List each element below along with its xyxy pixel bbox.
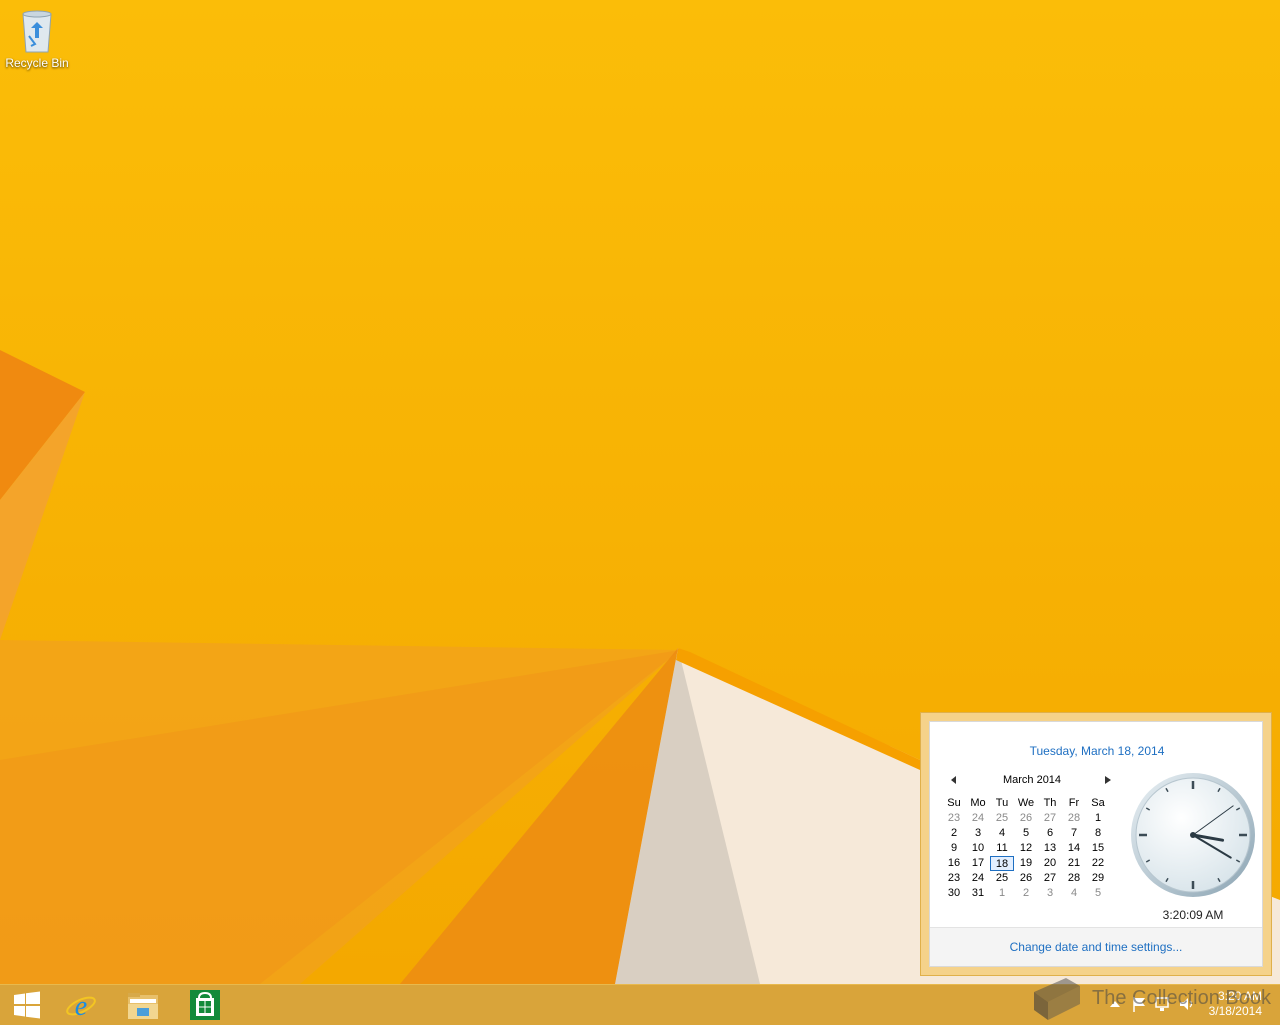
- calendar-day[interactable]: 24: [966, 871, 990, 886]
- date-time-flyout: Tuesday, March 18, 2014 March 2014 Su Mo T…: [920, 712, 1272, 976]
- calendar-day[interactable]: 11: [990, 841, 1014, 856]
- calendar-day[interactable]: 3: [1038, 886, 1062, 901]
- weekday-header: Th: [1043, 797, 1057, 809]
- next-month-arrow-icon[interactable]: [1102, 774, 1114, 788]
- watermark: The Collection Book: [1028, 974, 1271, 1024]
- desktop-icon-recycle-bin[interactable]: Recycle Bin: [4, 6, 70, 70]
- calendar-grid: Su Mo Tu We Th Fr Sa 23 24 25 26 27 28 1 2 3 4 5 6 7 8 9 10 11 1…: [942, 796, 1122, 901]
- calendar-day[interactable]: 6: [1038, 826, 1062, 841]
- weekday-header: Tu: [995, 797, 1009, 809]
- book-logo-icon: [1034, 978, 1080, 1020]
- calendar-day[interactable]: 4: [990, 826, 1014, 841]
- calendar-month-label[interactable]: March 2014: [1003, 774, 1061, 786]
- calendar-day[interactable]: 26: [1014, 811, 1038, 826]
- digital-time: 3:20:09 AM: [1162, 908, 1224, 922]
- calendar-day[interactable]: 23: [942, 871, 966, 886]
- calendar-day[interactable]: 30: [942, 886, 966, 901]
- calendar-day[interactable]: 8: [1086, 826, 1110, 841]
- calendar-day[interactable]: 28: [1062, 811, 1086, 826]
- change-date-time-settings-link[interactable]: Change date and time settings...: [930, 940, 1262, 954]
- previous-month-arrow-icon[interactable]: [948, 774, 960, 788]
- calendar-day[interactable]: 25: [990, 811, 1014, 826]
- recycle-bin-icon: [22, 10, 52, 53]
- calendar-day[interactable]: 27: [1038, 811, 1062, 826]
- calendar-day[interactable]: 7: [1062, 826, 1086, 841]
- calendar-day[interactable]: 9: [942, 841, 966, 856]
- weekday-header: Su: [947, 797, 961, 809]
- store-button[interactable]: [178, 985, 232, 1025]
- calendar-day[interactable]: 13: [1038, 841, 1062, 856]
- calendar-day[interactable]: 10: [966, 841, 990, 856]
- calendar-day[interactable]: 21: [1062, 856, 1086, 871]
- file-explorer-button[interactable]: [116, 985, 170, 1025]
- calendar-day[interactable]: 23: [942, 811, 966, 826]
- calendar-day[interactable]: 31: [966, 886, 990, 901]
- calendar-day[interactable]: 2: [942, 826, 966, 841]
- calendar-day-selected[interactable]: 18: [990, 856, 1014, 871]
- weekday-header: Sa: [1091, 797, 1105, 809]
- svg-text:e: e: [75, 991, 87, 1021]
- store-bag-icon: [190, 990, 220, 1020]
- calendar-day[interactable]: 4: [1062, 886, 1086, 901]
- flyout-panel: Tuesday, March 18, 2014 March 2014 Su Mo T…: [929, 721, 1263, 967]
- internet-explorer-button[interactable]: e: [54, 985, 108, 1025]
- calendar-day[interactable]: 25: [990, 871, 1014, 886]
- windows-logo-icon: [14, 991, 40, 1019]
- flyout-footer: Change date and time settings...: [930, 928, 1262, 966]
- calendar-day[interactable]: 2: [1014, 886, 1038, 901]
- analog-clock: [1131, 773, 1255, 897]
- calendar-day[interactable]: 22: [1086, 856, 1110, 871]
- calendar-day[interactable]: 27: [1038, 871, 1062, 886]
- start-button[interactable]: [0, 985, 54, 1025]
- calendar-day[interactable]: 15: [1086, 841, 1110, 856]
- calendar-day[interactable]: 1: [990, 886, 1014, 901]
- calendar-day[interactable]: 26: [1014, 871, 1038, 886]
- calendar-day[interactable]: 24: [966, 811, 990, 826]
- weekday-header: Fr: [1068, 797, 1080, 809]
- internet-explorer-icon: e: [66, 991, 96, 1021]
- month-calendar: March 2014 Su Mo Tu We Th Fr Sa 23 24 25 26 27 28 1 2 3…: [942, 774, 1122, 901]
- calendar-day[interactable]: 16: [942, 856, 966, 871]
- watermark-text: The Collection Book: [1092, 987, 1271, 1009]
- calendar-day[interactable]: 1: [1086, 811, 1110, 826]
- calendar-day[interactable]: 17: [966, 856, 990, 871]
- calendar-header: March 2014: [942, 774, 1122, 790]
- calendar-day[interactable]: 20: [1038, 856, 1062, 871]
- long-date-link[interactable]: Tuesday, March 18, 2014: [930, 744, 1264, 758]
- calendar-day[interactable]: 28: [1062, 871, 1086, 886]
- calendar-day[interactable]: 14: [1062, 841, 1086, 856]
- calendar-day[interactable]: 3: [966, 826, 990, 841]
- calendar-day[interactable]: 5: [1014, 826, 1038, 841]
- folder-icon: [128, 993, 158, 1019]
- recycle-bin-label: Recycle Bin: [5, 56, 69, 70]
- calendar-day[interactable]: 29: [1086, 871, 1110, 886]
- calendar-day[interactable]: 5: [1086, 886, 1110, 901]
- weekday-header: We: [1017, 797, 1035, 809]
- weekday-header: Mo: [970, 797, 986, 809]
- calendar-day[interactable]: 19: [1014, 856, 1038, 871]
- calendar-day[interactable]: 12: [1014, 841, 1038, 856]
